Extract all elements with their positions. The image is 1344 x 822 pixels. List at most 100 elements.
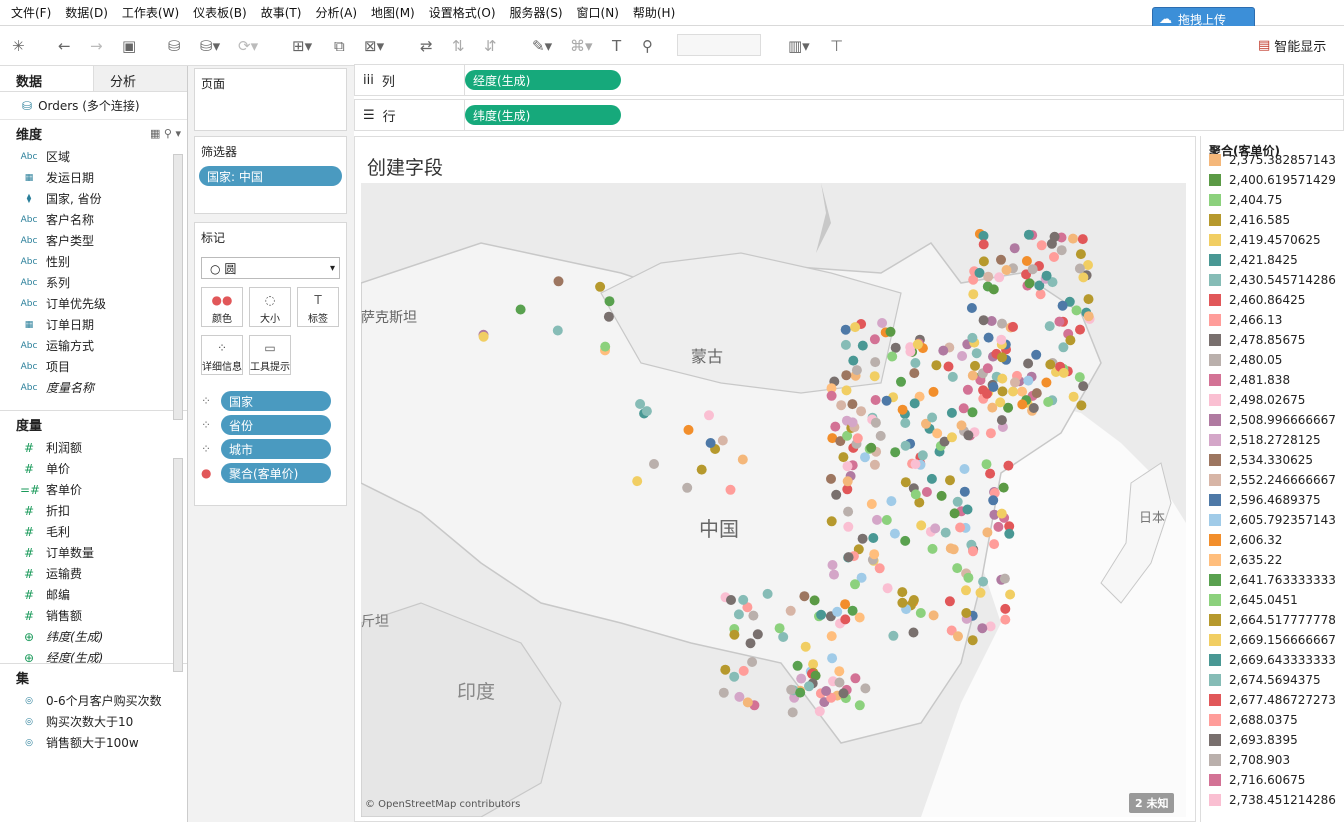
map-point[interactable] — [870, 395, 881, 405]
menu-item[interactable]: 设置格式(O) — [422, 4, 503, 21]
save-icon[interactable]: ▣ — [122, 36, 136, 56]
map-point[interactable] — [897, 404, 908, 415]
field-item[interactable]: Abc 区域 — [0, 146, 187, 167]
legend-item[interactable]: 2,416.585 — [1201, 210, 1344, 230]
map-point[interactable] — [726, 595, 736, 605]
new-worksheet-icon[interactable]: ⊞▾ — [292, 36, 312, 56]
map-point[interactable] — [958, 403, 969, 414]
map-point[interactable] — [1074, 372, 1085, 383]
map-point[interactable] — [953, 631, 963, 642]
map-point[interactable] — [787, 707, 798, 718]
map-point[interactable] — [949, 508, 960, 519]
map-point[interactable] — [478, 331, 489, 342]
map-point[interactable] — [595, 281, 606, 292]
map-point[interactable] — [946, 407, 957, 418]
map-point[interactable] — [795, 687, 806, 698]
field-item[interactable]: ⊕ 经度(生成) — [0, 647, 187, 664]
map-point[interactable] — [826, 516, 837, 527]
map-point[interactable] — [869, 459, 880, 470]
field-item[interactable]: Abc 客户类型 — [0, 230, 187, 251]
map-point[interactable] — [843, 506, 854, 517]
map-point[interactable] — [856, 406, 867, 417]
map-point[interactable] — [977, 623, 988, 634]
map-point[interactable] — [996, 254, 1006, 265]
map-point[interactable] — [1003, 460, 1014, 471]
map-point[interactable] — [944, 596, 955, 607]
columns-pill[interactable]: 经度(生成) — [465, 70, 621, 90]
map-point[interactable] — [649, 459, 659, 469]
detail-button[interactable]: ⁘ 详细信息 — [201, 335, 243, 375]
pin-icon[interactable]: ⚲ — [642, 36, 653, 56]
menu-item[interactable]: 服务器(S) — [503, 4, 570, 21]
map-point[interactable] — [985, 428, 996, 439]
pause-updates-icon[interactable]: ⛁▾ — [200, 36, 220, 56]
map-point[interactable] — [718, 687, 729, 698]
map-point[interactable] — [682, 482, 693, 493]
map-point[interactable] — [897, 587, 908, 598]
map-point[interactable] — [1031, 388, 1042, 399]
map-point[interactable] — [908, 595, 919, 605]
map-point[interactable] — [854, 612, 865, 623]
map-point[interactable] — [988, 382, 999, 392]
legend-item[interactable]: 2,645.0451 — [1201, 590, 1344, 610]
rows-pill[interactable]: 纬度(生成) — [465, 105, 621, 125]
map-point[interactable] — [1017, 386, 1028, 397]
map-point[interactable] — [841, 385, 852, 396]
map-point[interactable] — [733, 609, 744, 620]
map-point[interactable] — [827, 653, 838, 664]
map-point[interactable] — [843, 552, 854, 563]
field-item[interactable]: Abc 度量名称 — [0, 377, 187, 398]
field-item[interactable]: # 销售额 — [0, 605, 187, 626]
map-point[interactable] — [1031, 349, 1042, 360]
map-point[interactable] — [985, 621, 996, 632]
legend-item[interactable]: 2,635.22 — [1201, 550, 1344, 570]
map-point[interactable] — [968, 289, 979, 300]
map-point[interactable] — [978, 256, 989, 267]
map-point[interactable] — [838, 452, 849, 463]
legend-item[interactable]: 2,430.545714286 — [1201, 270, 1344, 290]
legend-item[interactable]: 2,498.02675 — [1201, 390, 1344, 410]
map-point[interactable] — [832, 606, 843, 617]
map-point[interactable] — [829, 569, 839, 580]
map-point[interactable] — [887, 351, 898, 362]
map-point[interactable] — [840, 599, 851, 610]
map-point[interactable] — [1005, 589, 1016, 600]
map-point[interactable] — [604, 296, 615, 307]
map-point[interactable] — [957, 351, 968, 361]
map-point[interactable] — [1000, 603, 1011, 614]
group-icon[interactable]: ⌘▾ — [570, 36, 593, 56]
map-point[interactable] — [799, 591, 810, 602]
menu-item[interactable]: 数据(D) — [58, 4, 115, 21]
map-point[interactable] — [1075, 324, 1085, 335]
legend-item[interactable]: 2,688.0375 — [1201, 710, 1344, 730]
map-point[interactable] — [1057, 300, 1068, 311]
map-point[interactable] — [956, 420, 967, 431]
map-point[interactable] — [868, 533, 879, 543]
map-point[interactable] — [908, 627, 919, 638]
field-item[interactable]: # 折扣 — [0, 500, 187, 521]
menu-item[interactable]: 故事(T) — [254, 4, 309, 21]
map-point[interactable] — [851, 365, 862, 376]
map-point[interactable] — [838, 688, 849, 699]
map-point[interactable] — [1083, 311, 1094, 322]
map-point[interactable] — [857, 533, 868, 544]
map-point[interactable] — [970, 360, 980, 371]
legend-item[interactable]: 2,552.246666667 — [1201, 470, 1344, 490]
map-point[interactable] — [1041, 270, 1052, 281]
new-datasource-icon[interactable]: ⛁ — [168, 36, 181, 56]
map-point[interactable] — [1010, 377, 1020, 388]
map-point[interactable] — [961, 608, 972, 618]
map-point[interactable] — [869, 371, 880, 382]
map-point[interactable] — [900, 418, 911, 428]
map-point[interactable] — [850, 322, 861, 333]
map-point[interactable] — [909, 398, 920, 409]
legend-item[interactable]: 2,716.60675 — [1201, 770, 1344, 790]
legend-item[interactable]: 2,421.8425 — [1201, 250, 1344, 270]
mark-pill[interactable]: 国家 — [221, 391, 331, 411]
map-point[interactable] — [850, 673, 861, 684]
field-item[interactable]: Abc 运输方式 — [0, 335, 187, 356]
map-point[interactable] — [967, 635, 978, 646]
map-point[interactable] — [971, 348, 982, 359]
tableau-logo-icon[interactable]: ✳ — [12, 36, 25, 56]
legend-item[interactable]: 2,404.75 — [1201, 190, 1344, 210]
